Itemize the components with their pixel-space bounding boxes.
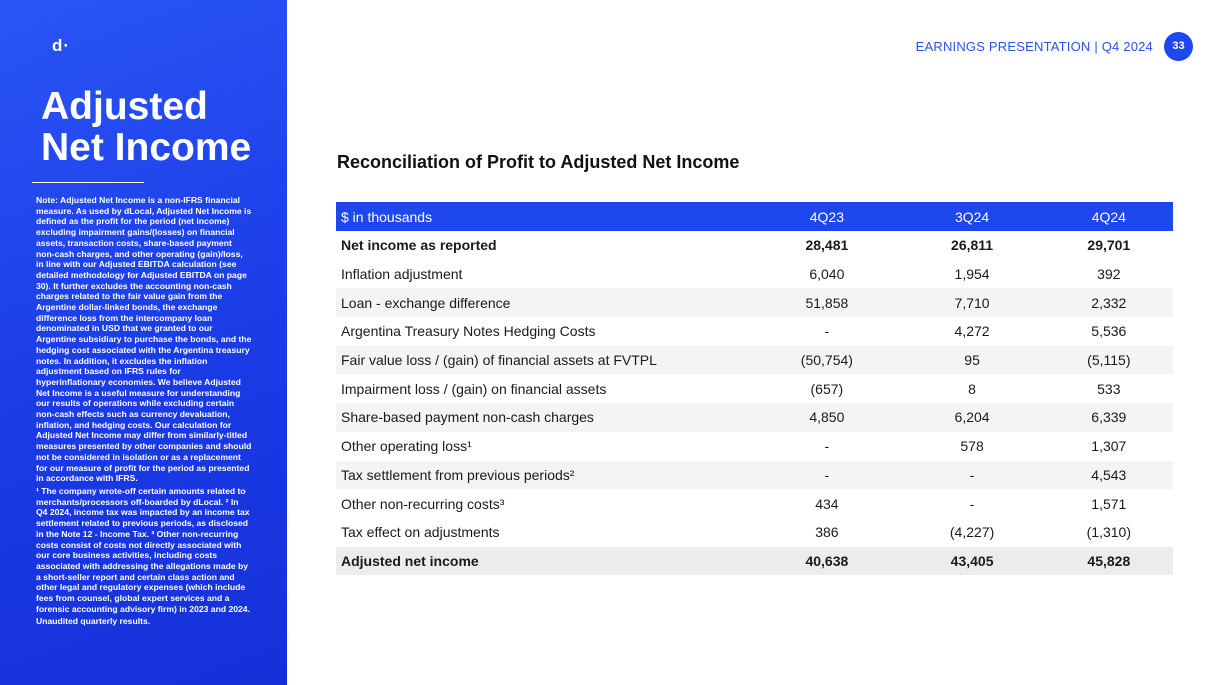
table-row: Fair value loss / (gain) of financial as… bbox=[336, 345, 1173, 375]
column-header-label: $ in thousands bbox=[336, 202, 755, 231]
cell-4q24: 392 bbox=[1097, 266, 1121, 283]
cell-4q24: 4,543 bbox=[1044, 460, 1173, 490]
cell-3q24: - bbox=[969, 495, 975, 512]
cell-4q23: 6,040 bbox=[809, 266, 845, 283]
table-row: Other non-recurring costs³ 434 - 1,571 bbox=[336, 489, 1173, 518]
methodology-note: Note: Adjusted Net Income is a non-IFRS … bbox=[36, 195, 252, 629]
title-line-2: Net Income bbox=[41, 126, 252, 169]
section-title: Reconciliation of Profit to Adjusted Net… bbox=[337, 152, 740, 172]
footnotes-text: ¹ The company wrote-off certain amounts … bbox=[36, 485, 250, 614]
reconciliation-table: $ in thousands 4Q23 3Q24 4Q24 Net income… bbox=[336, 202, 1173, 576]
row-label: Inflation adjustment bbox=[341, 266, 463, 283]
row-label: Tax settlement from previous periods² bbox=[336, 460, 755, 490]
column-header-3q24: 3Q24 bbox=[899, 202, 1045, 231]
row-label: Net income as reported bbox=[341, 237, 497, 254]
row-label: Tax effect on adjustments bbox=[341, 524, 500, 541]
cell-4q23: 51,858 bbox=[754, 288, 900, 318]
table-row: Share-based payment non-cash charges 4,8… bbox=[336, 403, 1173, 432]
cell-4q23: (50,754) bbox=[754, 345, 900, 375]
title-divider bbox=[32, 182, 144, 183]
row-label: Impairment loss / (gain) on financial as… bbox=[341, 380, 607, 397]
sidebar: d· Adjusted Net Income Note: Adjusted Ne… bbox=[0, 0, 287, 685]
table-total-row: Adjusted net income 40,638 43,405 45,828 bbox=[336, 546, 1173, 576]
cell-4q23: (657) bbox=[810, 380, 844, 397]
table-row: Argentina Treasury Notes Hedging Costs -… bbox=[336, 317, 1173, 346]
cell-4q23: 40,638 bbox=[754, 546, 900, 576]
row-label: Share-based payment non-cash charges bbox=[336, 403, 755, 432]
title-line-1: Adjusted bbox=[41, 85, 208, 128]
cell-3q24: 8 bbox=[968, 380, 976, 397]
cell-4q24: 5,536 bbox=[1091, 323, 1127, 340]
cell-3q24: 578 bbox=[960, 438, 984, 455]
column-header-4q24: 4Q24 bbox=[1044, 202, 1173, 231]
cell-4q24: (1,310) bbox=[1086, 524, 1131, 541]
cell-4q24: 2,332 bbox=[1044, 288, 1173, 318]
table-row: Other operating loss¹ - 578 1,307 bbox=[336, 432, 1173, 461]
note-text: Note: Adjusted Net Income is a non-IFRS … bbox=[36, 195, 252, 484]
page-number-badge: 33 bbox=[1164, 32, 1193, 61]
cell-4q23: 434 bbox=[815, 495, 839, 512]
row-label: Loan - exchange difference bbox=[336, 288, 755, 318]
cell-4q23: - bbox=[754, 460, 900, 490]
page-title: Adjusted Net Income bbox=[41, 86, 251, 168]
cell-4q24: 1,307 bbox=[1091, 438, 1127, 455]
cell-4q24: 29,701 bbox=[1087, 237, 1131, 254]
cell-3q24: (4,227) bbox=[949, 524, 995, 541]
row-label: Other non-recurring costs³ bbox=[341, 495, 505, 512]
row-label: Fair value loss / (gain) of financial as… bbox=[336, 345, 755, 375]
cell-4q24: 45,828 bbox=[1044, 546, 1173, 576]
row-label: Other operating loss¹ bbox=[341, 438, 472, 455]
row-label: Adjusted net income bbox=[336, 546, 755, 576]
table-header-row: $ in thousands 4Q23 3Q24 4Q24 bbox=[336, 202, 1173, 231]
cell-4q23: - bbox=[824, 438, 830, 455]
table-row: Tax settlement from previous periods² - … bbox=[336, 460, 1173, 490]
dlocal-logo: d· bbox=[52, 36, 71, 55]
cell-4q23: 28,481 bbox=[805, 237, 849, 254]
cell-4q23: - bbox=[824, 323, 830, 340]
cell-4q24: 533 bbox=[1097, 380, 1121, 397]
table-row: Loan - exchange difference 51,858 7,710 … bbox=[336, 288, 1173, 318]
table-row: Inflation adjustment 6,040 1,954 392 bbox=[336, 260, 1173, 289]
cell-4q24: (5,115) bbox=[1044, 345, 1173, 375]
table-row: Tax effect on adjustments 386 (4,227) (1… bbox=[336, 518, 1173, 547]
cell-3q24: 6,204 bbox=[899, 403, 1045, 432]
cell-3q24: 43,405 bbox=[899, 546, 1045, 576]
cell-4q24: 6,339 bbox=[1044, 403, 1173, 432]
column-header-4q23: 4Q23 bbox=[754, 202, 900, 231]
cell-4q23: 4,850 bbox=[754, 403, 900, 432]
cell-3q24: - bbox=[899, 460, 1045, 490]
row-label: Argentina Treasury Notes Hedging Costs bbox=[341, 323, 596, 340]
unaudited-text: Unaudited quarterly results. bbox=[36, 616, 151, 627]
table-row: Impairment loss / (gain) on financial as… bbox=[336, 374, 1173, 403]
cell-3q24: 95 bbox=[899, 345, 1045, 375]
cell-3q24: 26,811 bbox=[951, 237, 994, 254]
presentation-header: EARNINGS PRESENTATION | Q4 2024 bbox=[915, 39, 1153, 54]
cell-3q24: 7,710 bbox=[899, 288, 1045, 318]
cell-3q24: 1,954 bbox=[954, 266, 990, 283]
cell-3q24: 4,272 bbox=[954, 323, 990, 340]
cell-4q23: 386 bbox=[815, 524, 839, 541]
table-row: Net income as reported 28,481 26,811 29,… bbox=[336, 231, 1173, 260]
cell-4q24: 1,571 bbox=[1091, 495, 1127, 512]
